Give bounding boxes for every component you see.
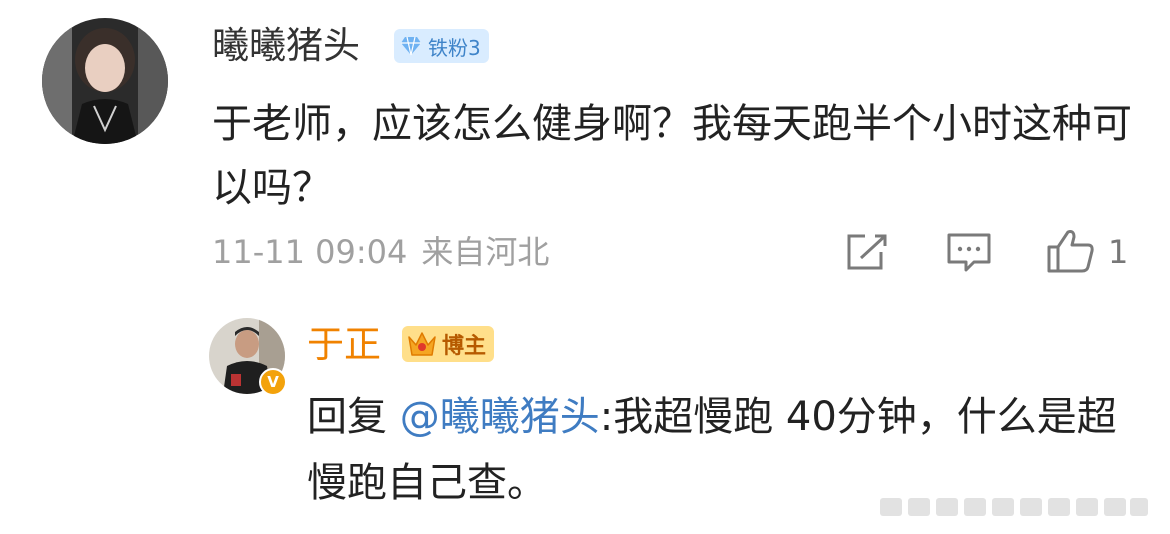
fan-badge-label: 铁粉3 — [428, 35, 481, 60]
comment-icon — [947, 233, 991, 272]
commenter-username[interactable]: 曦曦猪头 — [212, 24, 360, 68]
like-icon — [1047, 230, 1094, 273]
share-icon — [847, 234, 887, 270]
diamond-icon — [401, 36, 421, 56]
replier-username[interactable]: 于正 — [307, 323, 381, 367]
comment-timestamp: 11-11 09:04 — [212, 233, 408, 271]
host-badge-label: 博主 — [442, 334, 487, 359]
verified-v-icon: V — [259, 368, 287, 396]
reply-prefix: 回复 — [307, 394, 400, 440]
comment-location: 来自河北 — [421, 233, 550, 271]
comment-button[interactable] — [946, 232, 992, 278]
commenter-avatar[interactable] — [42, 18, 168, 144]
watermark — [880, 494, 1150, 520]
share-button[interactable] — [845, 232, 889, 276]
comment-text: 于老师，应该怎么健身啊？我每天跑半个小时这种可以吗？ — [212, 101, 1132, 211]
crown-icon — [408, 332, 436, 356]
like-button[interactable] — [1046, 228, 1096, 278]
mention-link[interactable]: @曦曦猪头 — [400, 394, 600, 440]
host-badge[interactable]: 博主 — [402, 326, 495, 362]
fan-badge[interactable]: 铁粉3 — [394, 29, 489, 63]
like-count: 1 — [1108, 233, 1129, 271]
comment-meta: 11-11 09:04 来自河北 — [212, 232, 549, 272]
